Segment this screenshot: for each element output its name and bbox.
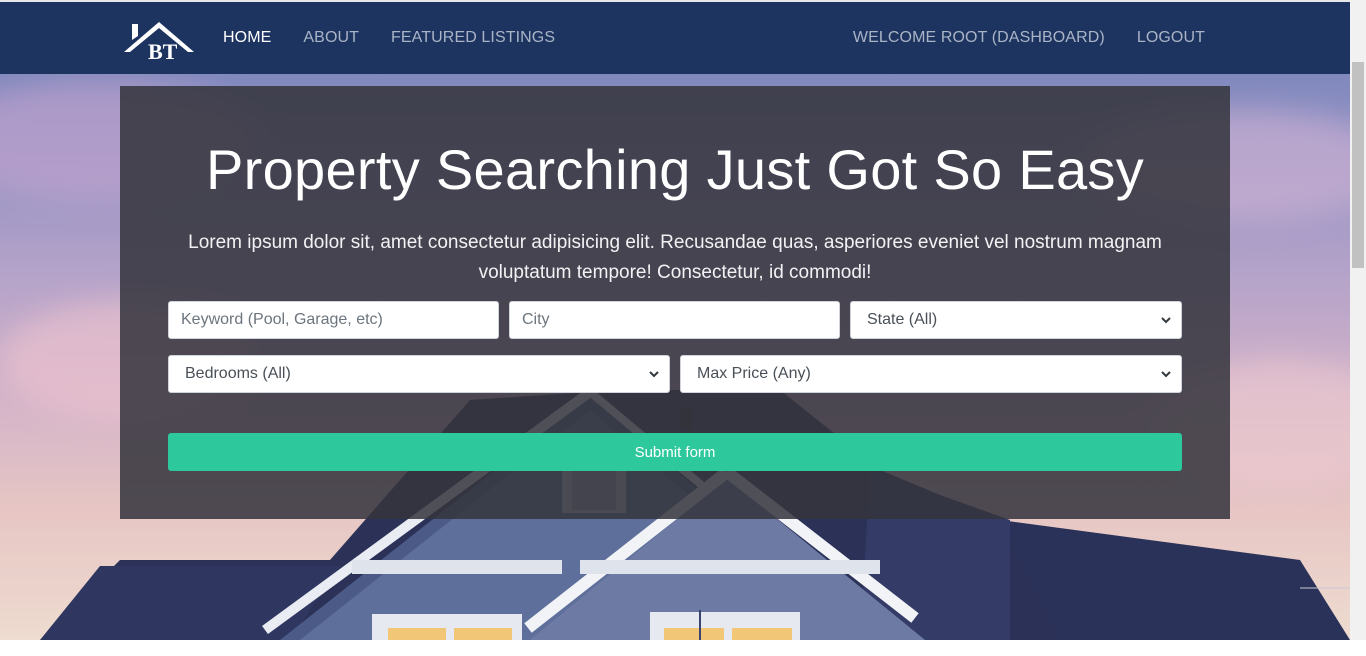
nav-home-link[interactable]: HOME bbox=[223, 29, 271, 47]
max-price-select[interactable]: Max Price (Any) bbox=[680, 355, 1182, 393]
submit-button[interactable]: Submit form bbox=[168, 433, 1182, 471]
bedrooms-select[interactable]: Bedrooms (All) bbox=[168, 355, 670, 393]
hero-lead: Lorem ipsum dolor sit, amet consectetur … bbox=[188, 232, 1162, 283]
city-input[interactable]: City bbox=[509, 301, 840, 339]
hero-title: Property Searching Just Got So Easy bbox=[205, 138, 1145, 201]
nav-featured-listings-link[interactable]: FEATURED LISTINGS bbox=[391, 29, 555, 47]
house-roof-logo-icon[interactable]: BT bbox=[122, 18, 196, 62]
navbar: BT HOME ABOUT FEATURED LISTINGS WELCOME … bbox=[0, 2, 1350, 74]
chevron-down-icon bbox=[649, 371, 659, 378]
keyword-input[interactable]: Keyword (Pool, Garage, etc) bbox=[168, 301, 499, 339]
keyword-placeholder: Keyword (Pool, Garage, etc) bbox=[181, 311, 383, 328]
state-select[interactable]: State (All) bbox=[850, 301, 1182, 339]
chevron-down-icon bbox=[1161, 371, 1171, 378]
nav-account: WELCOME ROOT (DASHBOARD) LOGOUT bbox=[853, 2, 1205, 74]
bottom-strip bbox=[0, 640, 1366, 656]
bedrooms-select-value: Bedrooms (All) bbox=[185, 365, 291, 382]
logo-text: BT bbox=[148, 39, 178, 62]
submit-label: Submit form bbox=[634, 443, 716, 461]
nav-logout-link[interactable]: LOGOUT bbox=[1137, 29, 1205, 47]
nav-primary: HOME ABOUT FEATURED LISTINGS bbox=[223, 2, 555, 74]
city-placeholder: City bbox=[522, 311, 550, 328]
scrollbar-thumb[interactable] bbox=[1352, 62, 1364, 268]
nav-about-link[interactable]: ABOUT bbox=[303, 29, 359, 47]
state-select-value: State (All) bbox=[867, 311, 938, 328]
max-price-select-value: Max Price (Any) bbox=[697, 365, 811, 382]
nav-dashboard-link[interactable]: WELCOME ROOT (DASHBOARD) bbox=[853, 29, 1105, 47]
chevron-down-icon bbox=[1161, 317, 1171, 324]
